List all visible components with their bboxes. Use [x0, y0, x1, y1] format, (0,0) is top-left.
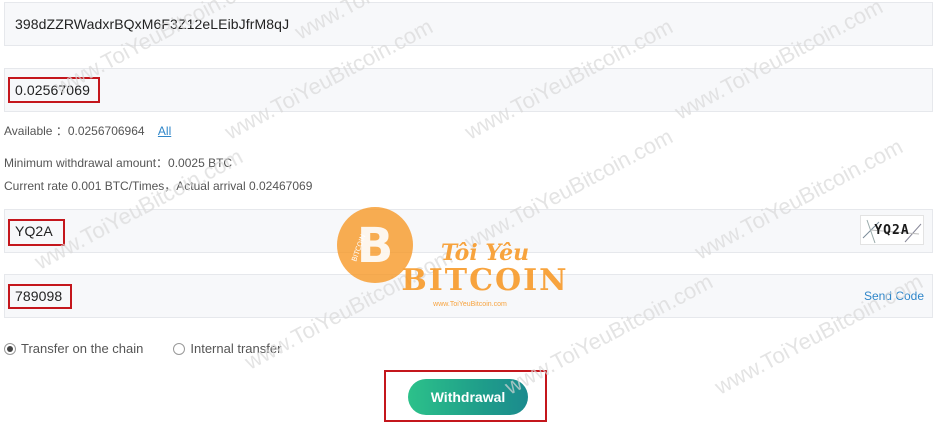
available-label: Available ：0.0256706964 — [4, 124, 145, 138]
captcha-image[interactable]: YQ2A — [860, 215, 924, 245]
radio-label-transfer-on-chain[interactable]: Transfer on the chain — [21, 341, 143, 356]
withdraw-form: 398dZZRWadxrBQxM6F3Z12eLEibJfrM8qJ 0.025… — [0, 0, 941, 422]
captcha-image-text: YQ2A — [874, 223, 910, 238]
captcha-field[interactable]: YQ2A YQ2A — [4, 209, 933, 253]
transfer-type-group: Transfer on the chain Internal transfer — [4, 341, 311, 356]
rate-info: Current rate 0.001 BTC/Times，Actual arri… — [4, 179, 313, 193]
withdrawal-button[interactable]: Withdrawal — [408, 379, 528, 415]
captcha-highlight-box — [8, 219, 65, 246]
sms-code-field[interactable]: 789098 Send Code — [4, 274, 933, 318]
sms-code-highlight-box — [8, 284, 72, 309]
amount-highlight-box — [8, 77, 100, 103]
address-field[interactable]: 398dZZRWadxrBQxM6F3Z12eLEibJfrM8qJ — [4, 2, 933, 46]
radio-transfer-on-chain[interactable] — [4, 342, 16, 355]
all-link[interactable]: All — [158, 124, 171, 138]
minimum-info: Minimum withdrawal amount：0.0025 BTC — [4, 156, 233, 170]
available-line: Available ：0.0256706964 All — [4, 122, 171, 139]
address-value: 398dZZRWadxrBQxM6F3Z12eLEibJfrM8qJ — [15, 16, 290, 32]
amount-field[interactable]: 0.02567069 — [4, 68, 933, 112]
radio-label-internal-transfer[interactable]: Internal transfer — [190, 341, 281, 356]
send-code-button[interactable]: Send Code — [864, 289, 924, 303]
radio-internal-transfer[interactable] — [173, 342, 186, 355]
